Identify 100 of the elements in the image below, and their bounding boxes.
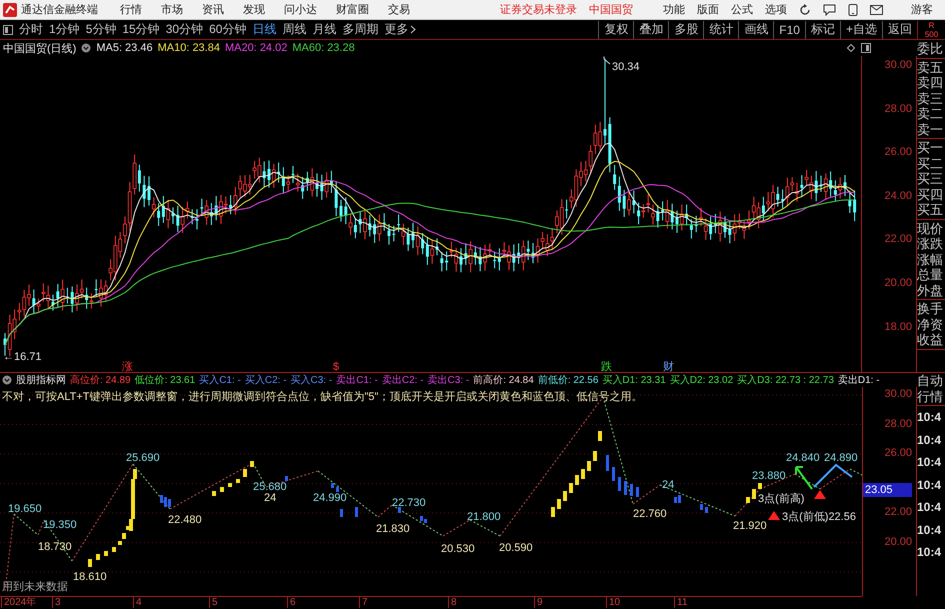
phone-icon[interactable] — [848, 4, 858, 16]
menu-item[interactable]: 交易 — [388, 2, 410, 17]
period-tab[interactable]: 分时 — [16, 20, 46, 38]
pivot-label: 24.890 — [824, 452, 858, 464]
quote-label: 卖五 — [917, 60, 944, 75]
warning-text: 用到未来数据 — [2, 580, 68, 594]
pivot-label: 18.730 — [38, 541, 72, 554]
indicator-readout: 卖出D1: - — [838, 374, 880, 388]
indicator-readout: 买入D1: 23.31 — [602, 374, 666, 388]
pivot-label: 19.650 — [8, 503, 42, 516]
pivot-label: 20.530 — [441, 543, 475, 556]
tool-button[interactable]: 复权 — [598, 20, 634, 38]
pivot-label: 21.830 — [376, 523, 410, 536]
period-tab[interactable]: 60分钟 — [206, 20, 250, 38]
tool-button[interactable]: 返回 — [882, 20, 917, 38]
tool-button[interactable]: +自选 — [840, 20, 882, 38]
quote-label: 委比 — [917, 41, 944, 56]
indicator-title: 股朋指标网 — [16, 374, 66, 388]
quote-label: 买一 — [917, 140, 944, 156]
period-tab[interactable]: 日线 — [249, 20, 280, 38]
pivot-label: 19.350 — [43, 519, 77, 532]
stock-link[interactable]: 中国国贸 — [589, 2, 633, 17]
mode-label: 自动 — [917, 373, 944, 389]
period-tab[interactable]: 周线 — [279, 20, 310, 38]
quote-label: 卖一 — [917, 122, 944, 137]
menu-item[interactable]: 问小达 — [284, 2, 317, 17]
menu-item[interactable]: 发现 — [243, 2, 265, 17]
moving-average-value: MA10: 23.84 — [158, 42, 220, 54]
time-label: 10:4 — [917, 476, 942, 494]
menu-item[interactable]: 功能 — [663, 2, 685, 17]
annotation-label: 3点(前高) — [758, 493, 804, 506]
menu-item[interactable]: 市场 — [161, 2, 183, 17]
time-label: 10:4 — [917, 409, 942, 426]
axis-label: 30.00 — [884, 388, 912, 400]
quote-label: 卖三 — [917, 90, 944, 106]
corner-label: R — [928, 20, 934, 30]
user-label[interactable]: 游客 — [911, 2, 933, 17]
current-price-badge: 23.05 — [863, 483, 912, 498]
period-tab[interactable]: 5分钟 — [82, 20, 120, 38]
period-tab[interactable]: 多周期 — [339, 20, 382, 38]
tool-button[interactable]: 多股 — [668, 20, 704, 38]
menu-item[interactable]: 版面 — [697, 2, 719, 17]
panel-toggle-icon[interactable] — [3, 24, 13, 34]
period-tab[interactable]: 月线 — [309, 20, 340, 38]
moving-average-value: MA5: 23.46 — [96, 42, 153, 54]
menu-item[interactable]: 选项 — [765, 2, 787, 17]
period-tab[interactable]: 15分钟 — [119, 20, 163, 38]
quote-label: 换手 — [917, 301, 944, 316]
pivot-label: 24.840 — [786, 452, 820, 464]
tool-button[interactable]: 统计 — [703, 20, 738, 38]
time-label: 10:4 — [917, 499, 942, 516]
time-label: 10:4 — [917, 544, 942, 561]
period-tab[interactable]: 30分钟 — [162, 20, 206, 38]
tool-button[interactable]: 标记 — [804, 20, 840, 38]
event-mark: $ — [333, 361, 340, 372]
event-mark: 财 — [663, 361, 674, 372]
menu-item[interactable]: 行情 — [120, 2, 142, 17]
axis-label: 26.00 — [884, 447, 912, 460]
time-axis-label: 2024年 — [1, 597, 36, 608]
indicator-readout: 高位价: 24.89 — [70, 374, 131, 388]
pivot-label: 25.680 — [253, 481, 287, 494]
annotation-label: 3点(前低)22.56 — [782, 511, 856, 524]
time-axis-label: 3 — [52, 597, 61, 608]
period-tab[interactable]: 1分钟 — [46, 20, 83, 38]
dropdown-icon[interactable] — [81, 43, 92, 53]
login-status: 证券交易未登录 — [500, 2, 577, 17]
quote-label: 涨幅 — [917, 252, 944, 267]
time-axis-label: 9 — [534, 597, 543, 608]
more-tab[interactable]: 更多 — [381, 20, 420, 38]
axis-label: 22.00 — [884, 233, 912, 246]
menu-item[interactable]: 财富圈 — [336, 2, 369, 17]
menu-item[interactable]: 公式 — [731, 2, 753, 17]
pivot-label: 20.590 — [499, 542, 533, 554]
mail-icon[interactable] — [870, 4, 883, 14]
tool-button[interactable]: 画线 — [738, 20, 774, 38]
time-axis-label: 7 — [359, 597, 368, 608]
tool-button[interactable]: 叠加 — [633, 20, 668, 38]
quote-label: 总量 — [917, 267, 944, 282]
quote-label: 买三 — [917, 171, 944, 186]
app-logo-icon — [3, 2, 17, 16]
quote-label: 涨跌 — [917, 236, 944, 252]
dropdown-icon[interactable] — [2, 375, 12, 386]
time-label: 10:4 — [917, 522, 942, 538]
indicator-readout: 买入C2: - — [244, 374, 287, 388]
app-title: 通达信金融终端 — [21, 2, 98, 17]
high-price-label: 30.34 — [612, 61, 640, 73]
time-label: 10:4 — [917, 454, 942, 471]
indicator-readout: 前低价: 22.56 — [538, 374, 598, 388]
pivot-label: 24.990 — [313, 492, 347, 504]
refresh-icon[interactable] — [799, 4, 811, 16]
corner-label: 500 — [924, 30, 938, 38]
panel-toggle-icon[interactable] — [861, 43, 871, 53]
tool-button[interactable]: F10 — [773, 20, 805, 38]
leader-line — [604, 56, 610, 64]
chat-icon[interactable] — [823, 4, 836, 16]
hint-text: 不对，可按ALT+T键弹出参数调整窗，进行周期微调到符合点位，缺省值为"5"；顶底开关是开启或关闭黄色和蓝色顶、低信号之用。 — [2, 390, 642, 404]
quote-label: 卖四 — [917, 75, 944, 90]
menu-item[interactable]: 资讯 — [202, 2, 224, 17]
chevron-icon — [410, 25, 416, 34]
diamond-icon[interactable] — [847, 44, 855, 52]
